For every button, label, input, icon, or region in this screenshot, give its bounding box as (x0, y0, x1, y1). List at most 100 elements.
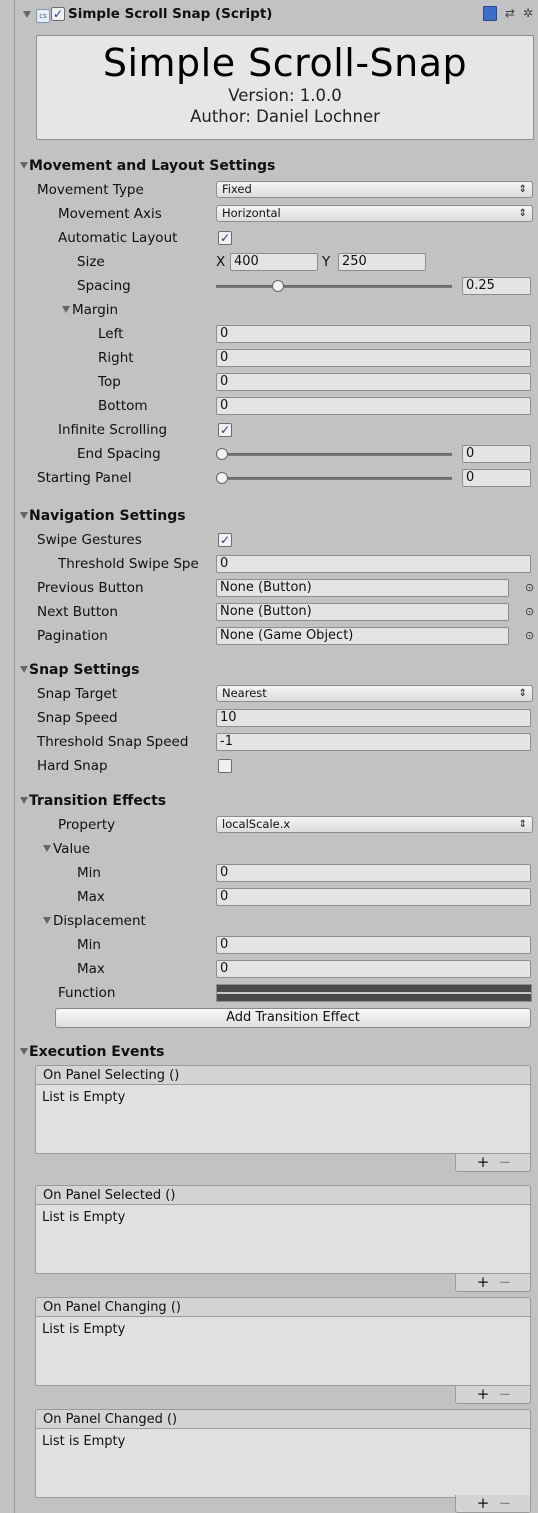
value-max-field[interactable]: 0 (216, 888, 531, 906)
object-picker-icon[interactable]: ⊙ (525, 581, 534, 594)
remove-listener-button[interactable]: − (494, 1154, 516, 1171)
size-x-label: X (216, 254, 226, 270)
end-spacing-slider[interactable] (216, 453, 452, 456)
displacement-foldout-icon[interactable] (43, 917, 51, 924)
dropdown-arrow-icon: ⇕ (518, 688, 527, 699)
margin-foldout-icon[interactable] (62, 306, 70, 313)
end-spacing-slider-knob[interactable] (216, 448, 228, 460)
displacement-min-label: Min (77, 937, 101, 953)
event-header: On Panel Selected () (35, 1185, 531, 1205)
property-label: Property (58, 817, 116, 833)
dropdown-arrow-icon: ⇕ (518, 184, 527, 195)
margin-left-field[interactable]: 0 (216, 325, 531, 343)
object-picker-icon[interactable]: ⊙ (525, 605, 534, 618)
banner-title: Simple Scroll-Snap (102, 41, 468, 85)
size-x-field[interactable]: 400 (230, 253, 318, 271)
movement-axis-dropdown[interactable]: Horizontal ⇕ (216, 205, 533, 222)
margin-left-label: Left (98, 326, 124, 342)
snap-speed-field[interactable]: 10 (216, 709, 531, 727)
end-spacing-field[interactable]: 0 (462, 445, 531, 463)
swipe-gestures-checkbox[interactable]: ✓ (218, 533, 232, 547)
remove-listener-button[interactable]: − (494, 1274, 516, 1291)
section-foldout-icon[interactable] (20, 512, 28, 519)
section-movement-title[interactable]: Movement and Layout Settings (29, 157, 275, 175)
displacement-min-field[interactable]: 0 (216, 936, 531, 954)
section-foldout-icon[interactable] (20, 1048, 28, 1055)
empty-list-text: List is Empty (42, 1322, 126, 1337)
displacement-max-field[interactable]: 0 (216, 960, 531, 978)
remove-listener-button[interactable]: − (494, 1495, 516, 1512)
event-footer: + − (455, 1154, 531, 1172)
add-transition-effect-button[interactable]: Add Transition Effect (55, 1008, 531, 1028)
size-y-field[interactable]: 250 (338, 253, 426, 271)
foldout-arrow-icon[interactable] (23, 11, 31, 18)
component-enabled-checkbox[interactable]: ✓ (51, 7, 65, 21)
displacement-label[interactable]: Displacement (53, 912, 146, 930)
property-dropdown[interactable]: localScale.x ⇕ (216, 816, 533, 833)
end-spacing-label: End Spacing (77, 446, 161, 462)
next-button-field[interactable]: None (Button) (216, 603, 509, 621)
margin-label[interactable]: Margin (72, 301, 118, 319)
snap-target-dropdown[interactable]: Nearest ⇕ (216, 685, 533, 702)
dropdown-arrow-icon: ⇕ (518, 208, 527, 219)
margin-top-field[interactable]: 0 (216, 373, 531, 391)
threshold-swipe-speed-label: Threshold Swipe Spe (58, 556, 199, 572)
section-snap-title[interactable]: Snap Settings (29, 661, 139, 679)
preset-icon[interactable]: ⇄ (505, 6, 515, 21)
automatic-layout-checkbox[interactable]: ✓ (218, 231, 232, 245)
swipe-gestures-label: Swipe Gestures (37, 532, 142, 548)
next-button-label: Next Button (37, 604, 118, 620)
previous-button-label: Previous Button (37, 580, 144, 596)
section-navigation-title[interactable]: Navigation Settings (29, 507, 186, 525)
event-header: On Panel Selecting () (35, 1065, 531, 1085)
pagination-field[interactable]: None (Game Object) (216, 627, 509, 645)
starting-panel-slider-knob[interactable] (216, 472, 228, 484)
infinite-scrolling-label: Infinite Scrolling (58, 422, 168, 438)
value-min-field[interactable]: 0 (216, 864, 531, 882)
component-header[interactable]: cs ✓ Simple Scroll Snap (Script) ⇄ ✲ (15, 0, 538, 28)
add-listener-button[interactable]: + (472, 1274, 494, 1291)
threshold-swipe-speed-field[interactable]: 0 (216, 555, 531, 573)
section-events-title[interactable]: Execution Events (29, 1043, 164, 1061)
header-icons: ⇄ ✲ (482, 6, 533, 21)
help-book-icon[interactable] (482, 6, 497, 21)
section-foldout-icon[interactable] (20, 162, 28, 169)
starting-panel-slider[interactable] (216, 477, 452, 480)
inspector-panel: cs ✓ Simple Scroll Snap (Script) ⇄ ✲ Sim… (14, 0, 538, 1513)
previous-button-field[interactable]: None (Button) (216, 579, 509, 597)
spacing-slider[interactable] (216, 285, 452, 288)
section-foldout-icon[interactable] (20, 666, 28, 673)
empty-list-text: List is Empty (42, 1210, 126, 1225)
value-label[interactable]: Value (53, 840, 90, 858)
gear-icon[interactable]: ✲ (523, 6, 533, 21)
banner-version: Version: 1.0.0 (228, 86, 342, 105)
pagination-label: Pagination (37, 628, 108, 644)
remove-listener-button[interactable]: − (494, 1386, 516, 1403)
dropdown-arrow-icon: ⇕ (518, 819, 527, 830)
spacing-field[interactable]: 0.25 (462, 277, 531, 295)
property-value: localScale.x (222, 817, 291, 831)
add-listener-button[interactable]: + (472, 1154, 494, 1171)
event-footer: + − (455, 1274, 531, 1292)
event-list-body: List is Empty (35, 1205, 531, 1274)
value-min-label: Min (77, 865, 101, 881)
snap-target-label: Snap Target (37, 686, 118, 702)
movement-type-dropdown[interactable]: Fixed ⇕ (216, 181, 533, 198)
hard-snap-checkbox[interactable] (218, 759, 232, 773)
spacing-slider-knob[interactable] (272, 280, 284, 292)
margin-right-field[interactable]: 0 (216, 349, 531, 367)
component-title: Simple Scroll Snap (Script) (68, 6, 273, 22)
starting-panel-field[interactable]: 0 (462, 469, 531, 487)
section-transition-title[interactable]: Transition Effects (29, 792, 166, 810)
threshold-snap-speed-field[interactable]: -1 (216, 733, 531, 751)
size-label: Size (77, 254, 105, 270)
margin-bottom-field[interactable]: 0 (216, 397, 531, 415)
section-foldout-icon[interactable] (20, 797, 28, 804)
infinite-scrolling-checkbox[interactable]: ✓ (218, 423, 232, 437)
add-listener-button[interactable]: + (472, 1495, 494, 1512)
object-picker-icon[interactable]: ⊙ (525, 629, 534, 642)
snap-speed-label: Snap Speed (37, 710, 118, 726)
value-foldout-icon[interactable] (43, 845, 51, 852)
function-curve-field[interactable] (216, 984, 532, 1002)
add-listener-button[interactable]: + (472, 1386, 494, 1403)
